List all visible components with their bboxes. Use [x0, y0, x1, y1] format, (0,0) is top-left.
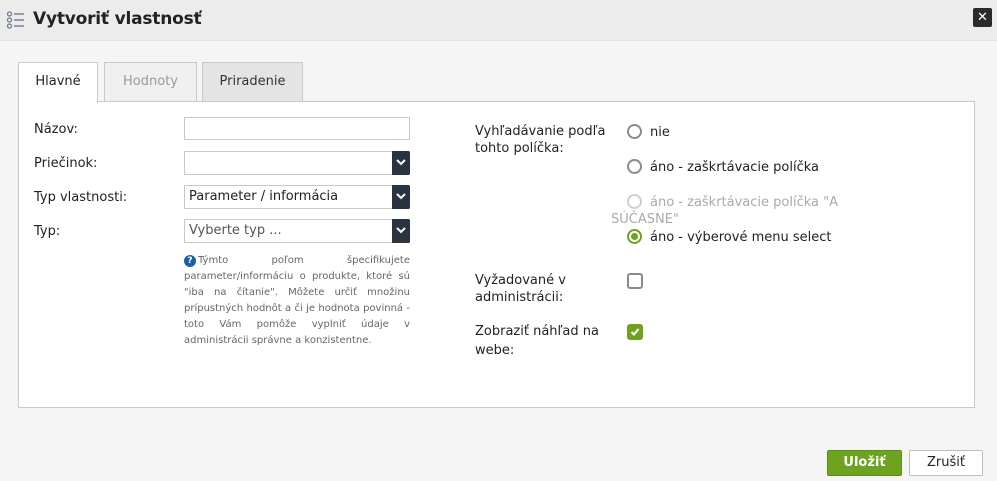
dialog-titlebar: Vytvoriť vlastnosť ✕	[0, 0, 997, 41]
help-text: Týmto poľom špecifikujete parameter/info…	[184, 255, 410, 346]
radio-search-checkboxes-label: áno - zaškrtávacie políčka	[650, 160, 820, 175]
close-icon: ✕	[977, 10, 988, 25]
radio-search-select[interactable]	[627, 229, 642, 244]
chevron-down-icon	[392, 151, 410, 175]
radio-search-checkboxes-and	[627, 194, 642, 209]
typ-select[interactable]: Vyberte typ ...	[184, 219, 410, 243]
required-label-line1: Vyžadované v	[475, 273, 566, 288]
close-button[interactable]: ✕	[973, 8, 992, 27]
dialog-title: Vytvoriť vlastnosť	[33, 9, 202, 29]
tab-hlavne[interactable]: Hlavné	[18, 62, 98, 103]
radio-search-select-label: áno - výberové menu select	[650, 230, 832, 245]
radio-search-nie[interactable]	[627, 124, 642, 139]
preview-label-line2: webe:	[475, 343, 515, 358]
priecinok-select[interactable]	[184, 151, 410, 175]
radio-search-checkboxes-and-label1: áno - zaškrtávacie políčka "A	[650, 195, 839, 210]
nazov-label: Názov:	[34, 122, 78, 137]
priecinok-label: Priečinok:	[34, 156, 98, 171]
typ-vlastnosti-label: Typ vlastnosti:	[34, 190, 128, 205]
typ-vlastnosti-select[interactable]: Parameter / informácia	[184, 185, 410, 209]
list-icon	[7, 11, 24, 29]
radio-search-checkboxes[interactable]	[627, 159, 642, 174]
chevron-down-icon	[392, 185, 410, 209]
tab-hodnoty: Hodnoty	[104, 62, 197, 102]
search-label-line2: tohto políčka:	[475, 141, 564, 156]
help-text-block: ? Týmto poľom špecifikujete parameter/inf…	[184, 253, 410, 349]
checkmark-icon	[630, 328, 640, 336]
preview-checkbox[interactable]	[627, 324, 643, 340]
nazov-input[interactable]	[184, 117, 410, 140]
required-checkbox[interactable]	[627, 273, 643, 289]
radio-search-checkboxes-and-label2: SÚČASNE"	[611, 212, 679, 227]
required-label-line2: administrácii:	[475, 290, 564, 305]
tab-priradenie[interactable]: Priradenie	[202, 62, 303, 102]
typ-placeholder: Vyberte typ ...	[189, 223, 282, 238]
preview-label-line1: Zobraziť náhľad na	[475, 324, 599, 339]
typ-label: Typ:	[34, 224, 61, 239]
search-label-line1: Vyhľadávanie podľa	[475, 124, 606, 139]
radio-search-nie-label: nie	[650, 125, 670, 140]
save-button[interactable]: Uložiť	[827, 450, 902, 476]
chevron-down-icon	[392, 219, 410, 243]
typ-vlastnosti-value: Parameter / informácia	[189, 189, 339, 204]
cancel-button[interactable]: Zrušiť	[909, 450, 983, 476]
help-icon: ?	[184, 255, 196, 267]
